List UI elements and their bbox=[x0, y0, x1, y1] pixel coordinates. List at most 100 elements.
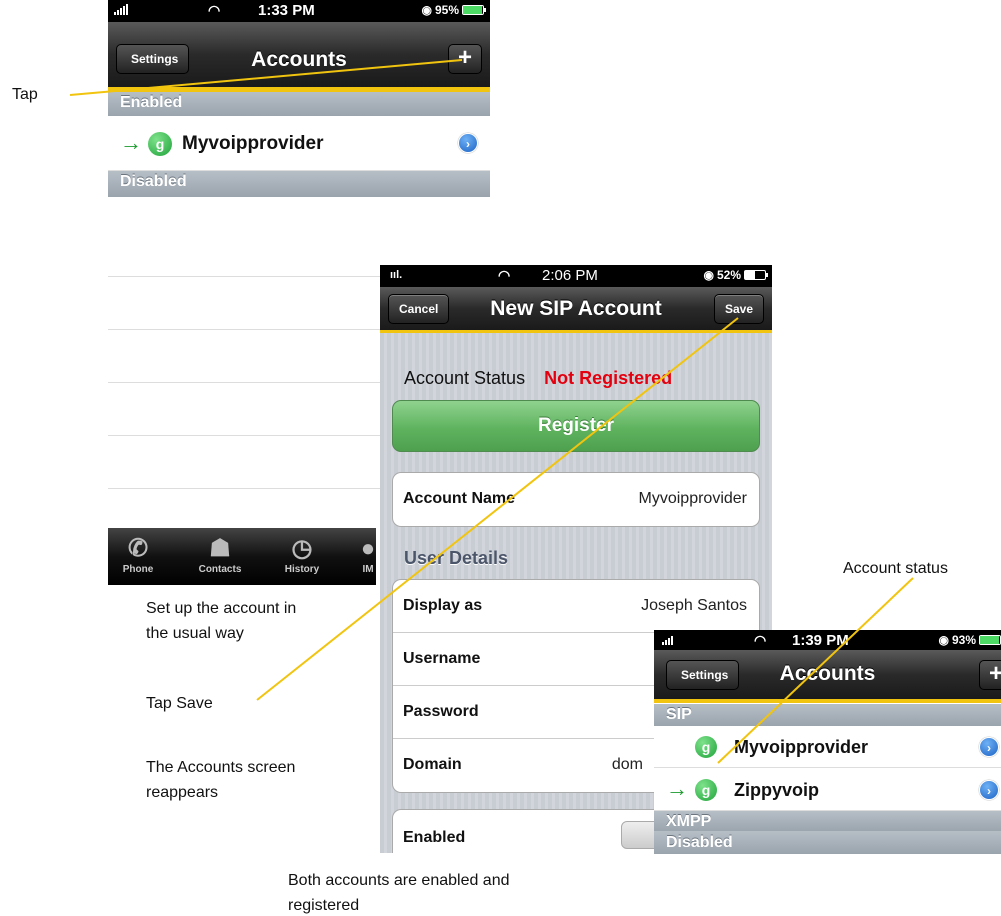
list-divider bbox=[108, 488, 380, 489]
signal-icon: ııl. bbox=[390, 269, 403, 281]
account-name-group: Account Name Myvoipprovider bbox=[392, 472, 760, 527]
field-label: Account Name bbox=[403, 490, 516, 507]
signal-icon bbox=[662, 633, 673, 645]
annotation-line: the usual way bbox=[146, 625, 244, 642]
save-button[interactable]: Save bbox=[713, 294, 764, 324]
tab-bar: ✆ Phone ☗ Contacts ◷ History ● IM bbox=[108, 528, 376, 585]
list-divider bbox=[108, 276, 380, 277]
section-header-enabled: Enabled bbox=[108, 92, 490, 116]
nav-bar: Accounts Settings + bbox=[654, 650, 1001, 703]
cancel-button[interactable]: Cancel bbox=[388, 294, 450, 324]
annotation-line: reappears bbox=[146, 784, 219, 801]
account-row[interactable]: → g Myvoipprovider › bbox=[108, 117, 490, 171]
wifi-icon: ◠ bbox=[498, 267, 511, 283]
annotation-both-registered: Both accounts are enabled and registered bbox=[288, 868, 510, 916]
nav-bar: New SIP Account Cancel Save bbox=[380, 287, 772, 334]
tab-label: Contacts bbox=[198, 564, 242, 575]
annotation-line: Both accounts are enabled and bbox=[288, 872, 510, 889]
battery-percent: 52% bbox=[716, 268, 741, 282]
annotation-setup: Set up the account in the usual way bbox=[146, 596, 296, 646]
annotation-tap: Tap bbox=[12, 86, 38, 103]
field-label: Username bbox=[403, 650, 481, 667]
section-header-sip: SIP bbox=[654, 704, 1001, 726]
account-status-icon: g bbox=[695, 736, 717, 758]
battery-percent: 95% bbox=[434, 3, 459, 17]
nav-bar: Accounts Settings + bbox=[108, 22, 490, 92]
signal-icon bbox=[114, 3, 128, 15]
tab-label: Phone bbox=[122, 564, 154, 575]
list-divider bbox=[108, 382, 380, 383]
accounts-screen-initial: ◠ 1:33 PM ◉ 95% Accounts Settings + Enab… bbox=[108, 0, 490, 200]
list-divider bbox=[108, 435, 380, 436]
settings-back-button[interactable]: Settings bbox=[116, 44, 190, 74]
user-details-header: User Details bbox=[404, 548, 509, 568]
annotation-tap-save: Tap Save bbox=[146, 695, 213, 712]
status-time: 1:33 PM bbox=[258, 2, 315, 19]
section-header-xmpp: XMPP bbox=[654, 811, 1001, 832]
phone-icon: ✆ bbox=[127, 535, 149, 562]
field-value: Joseph Santos bbox=[641, 597, 747, 614]
account-row[interactable]: g Myvoipprovider › bbox=[654, 726, 1001, 768]
detail-disclosure-icon[interactable]: › bbox=[979, 737, 999, 757]
annotation-line: The Accounts screen bbox=[146, 759, 296, 776]
accounts-screen-result: ◠ 1:39 PM ◉ 93% Accounts Settings + SIP … bbox=[654, 630, 1001, 854]
status-time: 1:39 PM bbox=[792, 632, 849, 649]
account-name-field[interactable]: Account Name Myvoipprovider bbox=[393, 473, 759, 526]
tab-label: IM bbox=[362, 564, 374, 575]
status-bar: ııl. ◠ 2:06 PM ◉ 52% bbox=[380, 265, 772, 287]
list-divider bbox=[108, 329, 380, 330]
wifi-icon: ◠ bbox=[208, 2, 221, 18]
tab-label: History bbox=[284, 564, 320, 575]
account-status-label: Account Status bbox=[404, 368, 526, 388]
annotation-reappears: The Accounts screen reappears bbox=[146, 755, 295, 805]
detail-disclosure-icon[interactable]: › bbox=[458, 133, 478, 153]
alarm-icon: ◉ bbox=[703, 268, 714, 282]
field-label: Display as bbox=[403, 597, 483, 614]
field-label: Domain bbox=[403, 756, 462, 773]
annotation-account-status: Account status bbox=[843, 560, 948, 577]
tab-history[interactable]: ◷ History bbox=[272, 534, 332, 575]
person-icon: ☗ bbox=[209, 535, 231, 562]
register-button[interactable]: Register bbox=[392, 400, 760, 452]
wifi-icon: ◠ bbox=[754, 632, 767, 648]
background-list-screen bbox=[108, 222, 380, 528]
section-header-disabled: Disabled bbox=[654, 831, 1001, 854]
status-bar: ◠ 1:39 PM ◉ 93% bbox=[654, 630, 1001, 650]
account-status-row: Account Status Not Registered bbox=[404, 368, 672, 389]
account-status-icon: g bbox=[695, 779, 717, 801]
field-value: dom bbox=[611, 756, 643, 773]
default-account-arrow-icon: → bbox=[666, 776, 688, 801]
account-name: Zippyvoip bbox=[734, 780, 819, 800]
battery-percent: 93% bbox=[951, 633, 976, 647]
field-label: Password bbox=[403, 703, 479, 720]
battery-icon bbox=[462, 5, 486, 15]
status-bar: ◠ 1:33 PM ◉ 95% bbox=[108, 0, 490, 22]
detail-disclosure-icon[interactable]: › bbox=[979, 780, 999, 800]
alarm-icon: ◉ bbox=[938, 633, 949, 647]
status-time: 2:06 PM bbox=[542, 267, 598, 284]
field-value: Myvoipprovider bbox=[638, 490, 747, 507]
battery-indicator: ◉ 93% bbox=[938, 633, 1001, 647]
annotation-line: Set up the account in bbox=[146, 600, 297, 617]
field-label: Enabled bbox=[403, 829, 466, 846]
display-as-field[interactable]: Display as Joseph Santos bbox=[393, 580, 759, 633]
account-name: Myvoipprovider bbox=[182, 133, 324, 154]
clock-icon: ◷ bbox=[291, 535, 313, 562]
tab-contacts[interactable]: ☗ Contacts bbox=[190, 534, 250, 575]
annotation-line: registered bbox=[288, 897, 360, 914]
battery-icon bbox=[744, 270, 768, 280]
account-status-icon: g bbox=[148, 132, 172, 156]
add-account-button[interactable]: + bbox=[979, 660, 1001, 690]
battery-indicator: ◉ 52% bbox=[703, 268, 768, 282]
alarm-icon: ◉ bbox=[421, 3, 432, 17]
tab-phone[interactable]: ✆ Phone bbox=[108, 534, 168, 575]
section-header-disabled: Disabled bbox=[108, 171, 490, 197]
battery-indicator: ◉ 95% bbox=[421, 3, 486, 17]
account-name: Myvoipprovider bbox=[734, 737, 869, 757]
account-row[interactable]: → g Zippyvoip › bbox=[654, 769, 1001, 811]
account-status-value: Not Registered bbox=[544, 368, 673, 388]
add-account-button[interactable]: + bbox=[448, 44, 482, 74]
battery-icon bbox=[979, 635, 1001, 645]
default-account-arrow-icon: → bbox=[120, 130, 142, 155]
settings-back-button[interactable]: Settings bbox=[666, 660, 740, 690]
